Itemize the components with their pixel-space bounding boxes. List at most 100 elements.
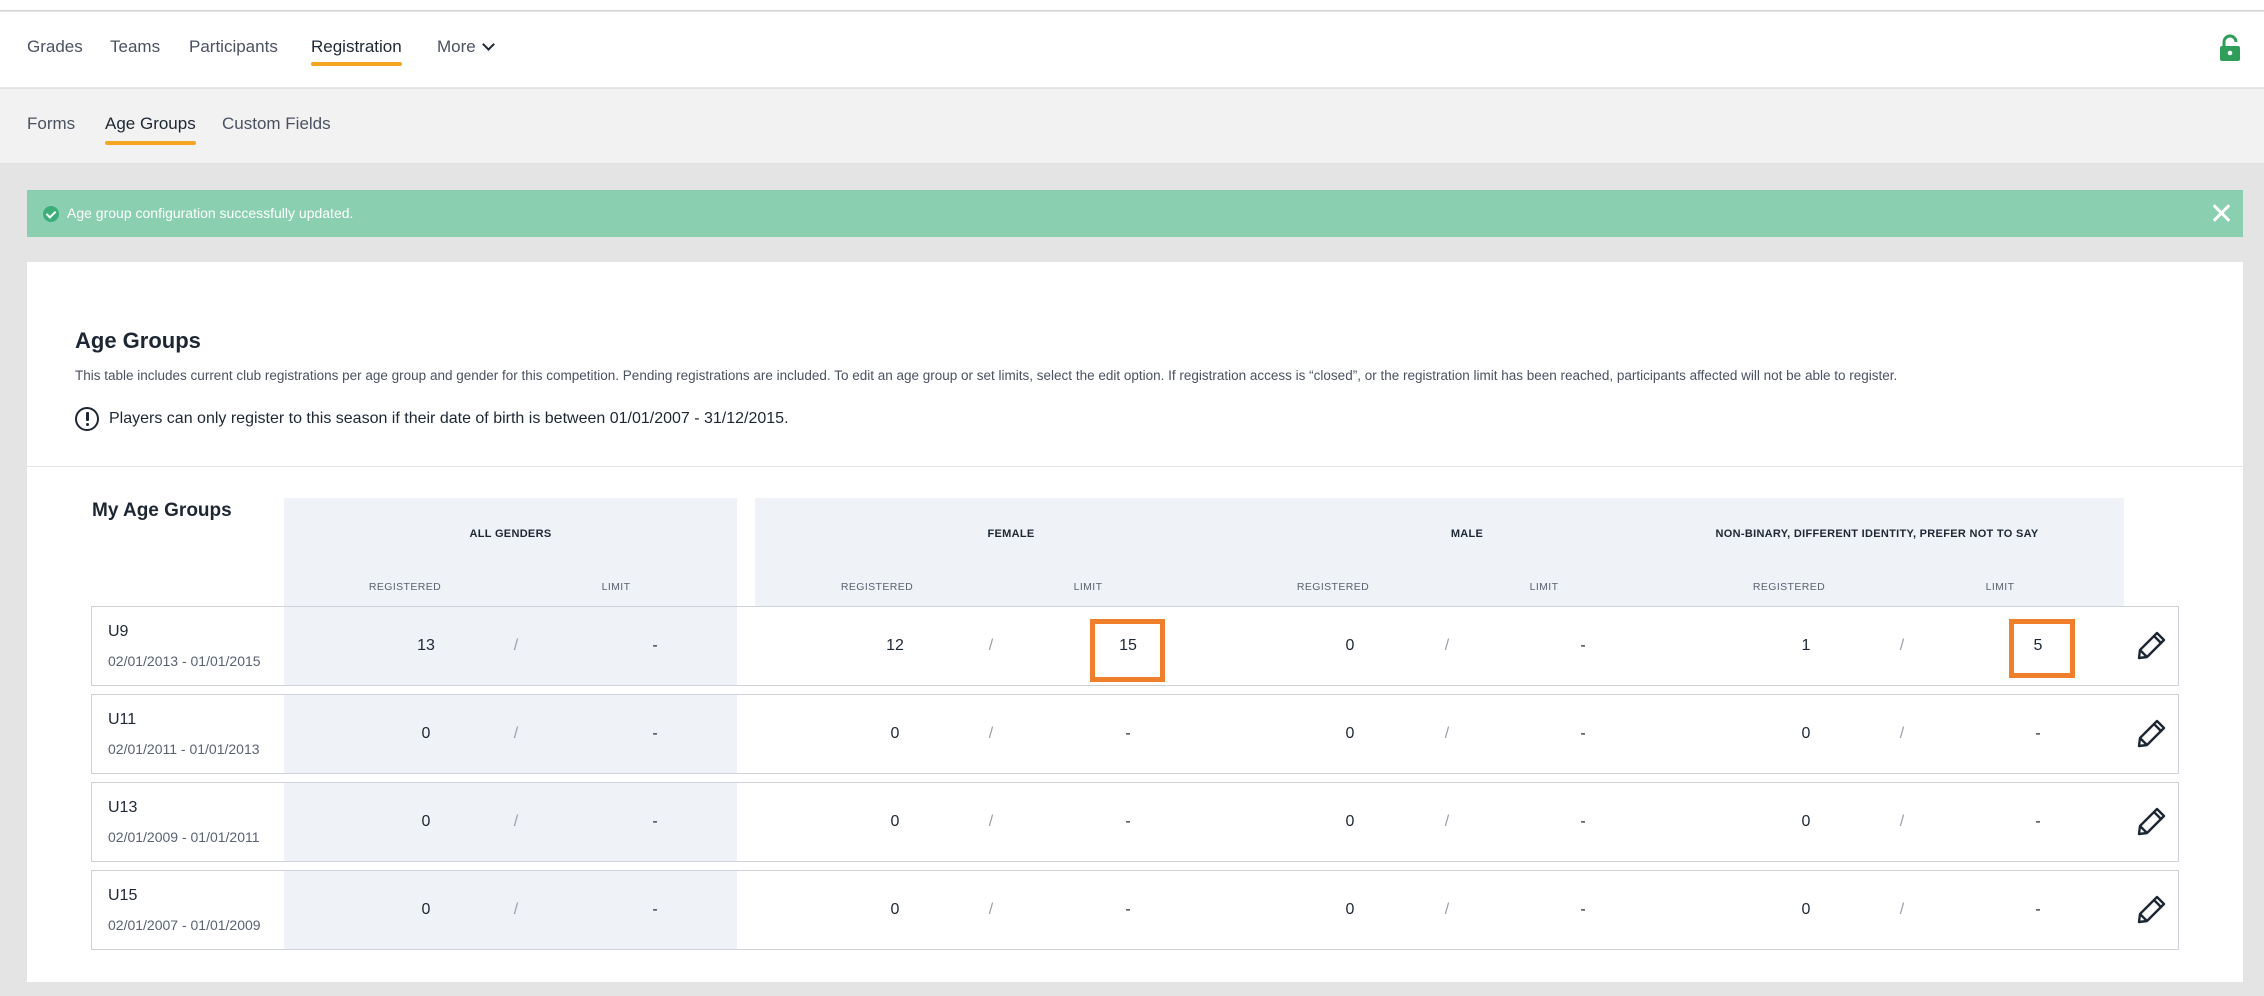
nonbinary-registered: 0 (1801, 813, 1811, 830)
lock-icon[interactable] (2219, 34, 2241, 62)
nonbinary-limit: - (2035, 901, 2041, 918)
edit-pencil-icon[interactable] (2136, 629, 2168, 661)
male-registered: 0 (1345, 813, 1355, 830)
group-header-nonbinary: NON-BINARY, DIFFERENT IDENTITY, PREFER N… (1715, 528, 2039, 540)
separator-slash: / (1444, 813, 1450, 830)
age-group-range: 02/01/2009 - 01/01/2011 (108, 829, 260, 845)
all-limit: - (652, 813, 658, 830)
separator-slash: / (988, 637, 994, 654)
group-header-female: FEMALE (987, 528, 1035, 540)
divider (27, 466, 2243, 467)
male-limit: - (1580, 637, 1586, 654)
separator-slash: / (513, 725, 519, 742)
separator-slash: / (1899, 901, 1905, 918)
table-title: My Age Groups (92, 500, 232, 521)
dob-info-text: Players can only register to this season… (109, 410, 789, 427)
edit-pencil-icon[interactable] (2136, 893, 2168, 925)
age-group-range: 02/01/2013 - 01/01/2015 (108, 653, 261, 669)
age-group-name: U11 (108, 711, 137, 728)
subheader-registered: REGISTERED (368, 581, 442, 593)
male-registered: 0 (1345, 901, 1355, 918)
top-border (0, 0, 2264, 11)
subheader-registered: REGISTERED (840, 581, 914, 593)
header-shade-genders (755, 498, 2124, 606)
separator-slash: / (988, 813, 994, 830)
tab-teams[interactable]: Teams (110, 12, 160, 88)
nonbinary-registered: 1 (1801, 637, 1811, 654)
table-row: U15 02/01/2007 - 01/01/2009 0 / - 0 / - … (91, 870, 2179, 950)
sub-nav: Forms Age Groups Custom Fields (0, 89, 2264, 164)
female-registered: 0 (890, 813, 900, 830)
close-icon[interactable] (2209, 201, 2233, 225)
female-limit: - (1125, 813, 1131, 830)
all-registered: 0 (421, 725, 431, 742)
highlight-box (1090, 619, 1165, 682)
card-description: This table includes current club registr… (75, 368, 1898, 383)
all-registered: 0 (421, 901, 431, 918)
separator-slash: / (988, 725, 994, 742)
nonbinary-registered: 0 (1801, 901, 1811, 918)
nonbinary-limit: - (2035, 813, 2041, 830)
edit-pencil-icon[interactable] (2136, 717, 2168, 749)
separator-slash: / (1899, 637, 1905, 654)
all-limit: - (652, 637, 658, 654)
subtab-custom-fields[interactable]: Custom Fields (222, 89, 331, 164)
female-registered: 0 (890, 725, 900, 742)
age-groups-card: Age Groups This table includes current c… (27, 262, 2243, 982)
success-alert: Age group configuration successfully upd… (27, 190, 2243, 237)
age-group-range: 02/01/2011 - 01/01/2013 (108, 741, 260, 757)
subheader-limit: LIMIT (1985, 581, 2015, 593)
male-limit: - (1580, 901, 1586, 918)
age-group-name: U13 (108, 799, 138, 816)
nonbinary-registered: 0 (1801, 725, 1811, 742)
female-limit: - (1125, 725, 1131, 742)
separator-slash: / (513, 901, 519, 918)
separator-slash: / (513, 637, 519, 654)
alert-message: Age group configuration successfully upd… (67, 205, 354, 221)
separator-slash: / (1444, 725, 1450, 742)
page-title: Age Groups (75, 328, 201, 353)
tab-registration[interactable]: Registration (311, 12, 402, 88)
dob-info: Players can only register to this season… (75, 407, 789, 431)
age-group-name: U15 (108, 887, 138, 904)
all-registered: 13 (417, 637, 435, 654)
exclamation-circle-icon (75, 407, 99, 431)
highlight-box (2009, 619, 2075, 678)
subtab-age-groups[interactable]: Age Groups (105, 89, 196, 164)
male-limit: - (1580, 813, 1586, 830)
male-registered: 0 (1345, 725, 1355, 742)
separator-slash: / (1444, 637, 1450, 654)
separator-slash: / (1444, 901, 1450, 918)
table-row: U9 02/01/2013 - 01/01/2015 13 / - 12 / 1… (91, 606, 2179, 686)
tab-more[interactable]: More (437, 12, 495, 88)
separator-slash: / (1899, 725, 1905, 742)
all-limit: - (652, 901, 658, 918)
age-group-name: U9 (108, 623, 129, 640)
chevron-down-icon (481, 38, 495, 51)
edit-pencil-icon[interactable] (2136, 805, 2168, 837)
table-row: U13 02/01/2009 - 01/01/2011 0 / - 0 / - … (91, 782, 2179, 862)
subheader-limit: LIMIT (601, 581, 631, 593)
subheader-limit: LIMIT (1529, 581, 1559, 593)
tab-grades[interactable]: Grades (27, 12, 83, 88)
male-limit: - (1580, 725, 1586, 742)
subheader-limit: LIMIT (1073, 581, 1103, 593)
all-registered: 0 (421, 813, 431, 830)
female-registered: 0 (890, 901, 900, 918)
separator-slash: / (1899, 813, 1905, 830)
check-circle-icon (43, 206, 59, 222)
female-registered: 12 (886, 637, 904, 654)
nonbinary-limit: - (2035, 725, 2041, 742)
all-limit: - (652, 725, 658, 742)
tab-more-label: More (437, 37, 476, 56)
tab-participants[interactable]: Participants (189, 12, 278, 88)
age-group-range: 02/01/2007 - 01/01/2009 (108, 917, 261, 933)
male-registered: 0 (1345, 637, 1355, 654)
table-row: U11 02/01/2011 - 01/01/2013 0 / - 0 / - … (91, 694, 2179, 774)
main-nav: Grades Teams Participants Registration M… (0, 12, 2264, 88)
female-limit: - (1125, 901, 1131, 918)
group-header-male: MALE (1450, 528, 1484, 540)
subheader-registered: REGISTERED (1296, 581, 1370, 593)
subtab-forms[interactable]: Forms (27, 89, 75, 164)
separator-slash: / (513, 813, 519, 830)
